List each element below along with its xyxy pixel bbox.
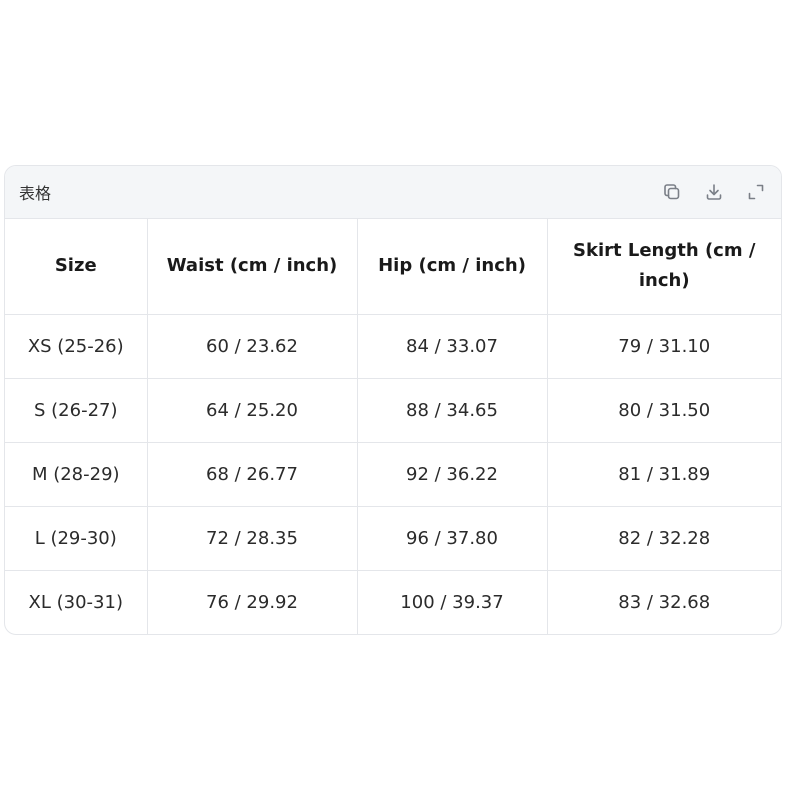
table-row: XL (30-31) 76 / 29.92 100 / 39.37 83 / 3… [5, 570, 781, 634]
cell-waist: 72 / 28.35 [147, 506, 358, 571]
cell-waist: 60 / 23.62 [147, 314, 358, 379]
cell-waist: 76 / 29.92 [147, 570, 358, 634]
expand-icon[interactable] [745, 181, 767, 203]
cell-skirt-length: 82 / 32.28 [547, 506, 781, 571]
cell-waist: 64 / 25.20 [147, 378, 358, 443]
header-skirt-length: Skirt Length (cm / inch) [547, 219, 781, 315]
cell-hip: 88 / 34.65 [357, 378, 548, 443]
size-table: Size Waist (cm / inch) Hip (cm / inch) S… [5, 219, 781, 634]
cell-hip: 92 / 36.22 [357, 442, 548, 507]
table-card: 表格 Size Waist (cm / inch) Hip (cm / inch… [4, 165, 782, 635]
header-waist: Waist (cm / inch) [147, 219, 358, 315]
table-row: M (28-29) 68 / 26.77 92 / 36.22 81 / 31.… [5, 442, 781, 507]
cell-hip: 100 / 39.37 [357, 570, 548, 634]
header-size: Size [5, 219, 148, 315]
card-title: 表格 [19, 184, 52, 203]
header-hip: Hip (cm / inch) [357, 219, 548, 315]
cell-size: L (29-30) [5, 506, 148, 571]
cell-size: S (26-27) [5, 378, 148, 443]
cell-skirt-length: 81 / 31.89 [547, 442, 781, 507]
cell-skirt-length: 79 / 31.10 [547, 314, 781, 379]
cell-skirt-length: 83 / 32.68 [618, 591, 711, 613]
card-header: 表格 [5, 166, 781, 219]
cell-hip: 84 / 33.07 [357, 314, 548, 379]
copy-icon[interactable] [661, 181, 683, 203]
cell-size: M (28-29) [5, 442, 148, 507]
table-row: L (29-30) 72 / 28.35 96 / 37.80 82 / 32.… [5, 506, 781, 571]
table-header-row: Size Waist (cm / inch) Hip (cm / inch) S… [5, 219, 781, 315]
table-row: XS (25-26) 60 / 23.62 84 / 33.07 79 / 31… [5, 314, 781, 379]
cell-hip: 96 / 37.80 [357, 506, 548, 571]
cell-skirt-length: 80 / 31.50 [547, 378, 781, 443]
cell-waist: 68 / 26.77 [147, 442, 358, 507]
download-icon[interactable] [703, 181, 725, 203]
header-actions [661, 181, 767, 203]
table-row: S (26-27) 64 / 25.20 88 / 34.65 80 / 31.… [5, 378, 781, 443]
cell-size: XL (30-31) [5, 570, 148, 634]
cell-size: XS (25-26) [5, 314, 148, 379]
